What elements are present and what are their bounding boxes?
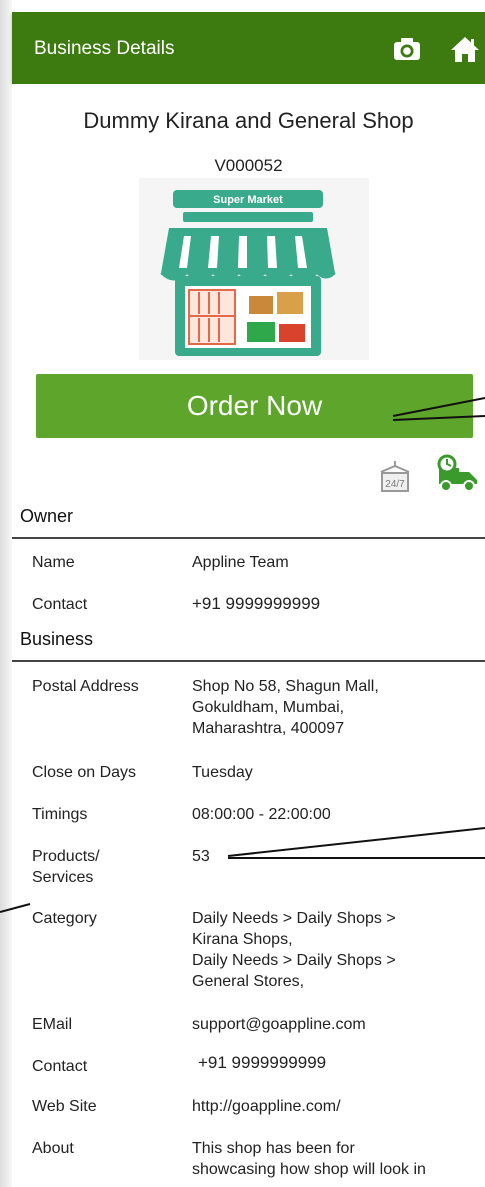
- annotation-pointers: [0, 397, 485, 913]
- app-screen: Business Details Dummy Kirana and Genera…: [0, 0, 485, 1187]
